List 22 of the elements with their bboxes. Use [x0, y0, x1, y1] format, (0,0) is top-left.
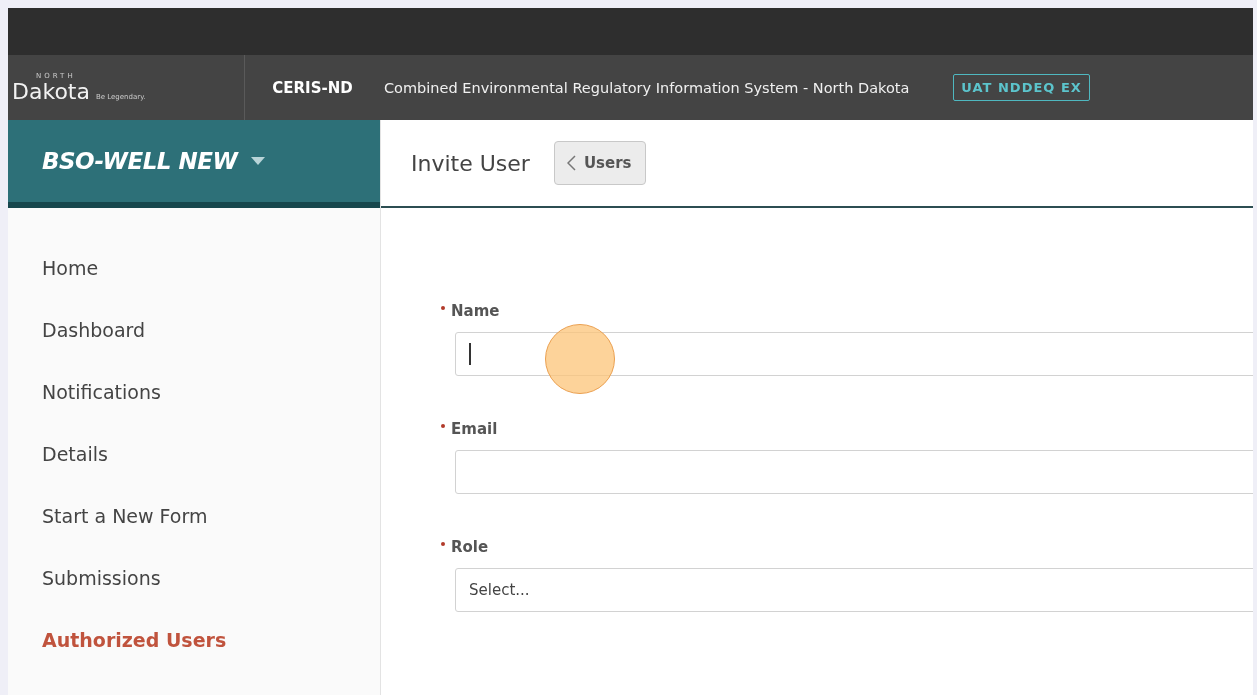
field-label: Name: [451, 302, 500, 320]
account-title[interactable]: BSO-WELL NEW: [42, 148, 238, 174]
input-field[interactable]: [455, 332, 1253, 376]
nav-item[interactable]: Start a New Form: [8, 498, 380, 560]
nav-item[interactable]: Dashboard: [8, 312, 380, 374]
back-button[interactable]: Users: [553, 141, 647, 185]
nav-item[interactable]: Authorized Users: [8, 622, 380, 684]
environment-badge: UAT NDDEQ EX: [953, 74, 1090, 101]
page-title: Invite User: [411, 150, 530, 176]
chevron-left-icon: [566, 155, 576, 171]
input-field[interactable]: [455, 450, 1253, 494]
field-label: Role: [451, 538, 489, 556]
field-label: Email: [451, 420, 498, 438]
nav-item[interactable]: Submissions: [8, 560, 380, 622]
caret-icon[interactable]: [251, 157, 266, 165]
nav-item[interactable]: Notifications: [8, 374, 380, 436]
nav-item[interactable]: Home: [8, 250, 380, 312]
nav-item[interactable]: Details: [8, 436, 380, 498]
select-field[interactable]: Select...: [455, 568, 1253, 612]
app-title: Combined Environmental Regulatory Information System - North Dakota: [384, 79, 910, 96]
app-code: CERIS-ND: [271, 78, 354, 97]
logo-text: Dakota: [12, 79, 90, 104]
